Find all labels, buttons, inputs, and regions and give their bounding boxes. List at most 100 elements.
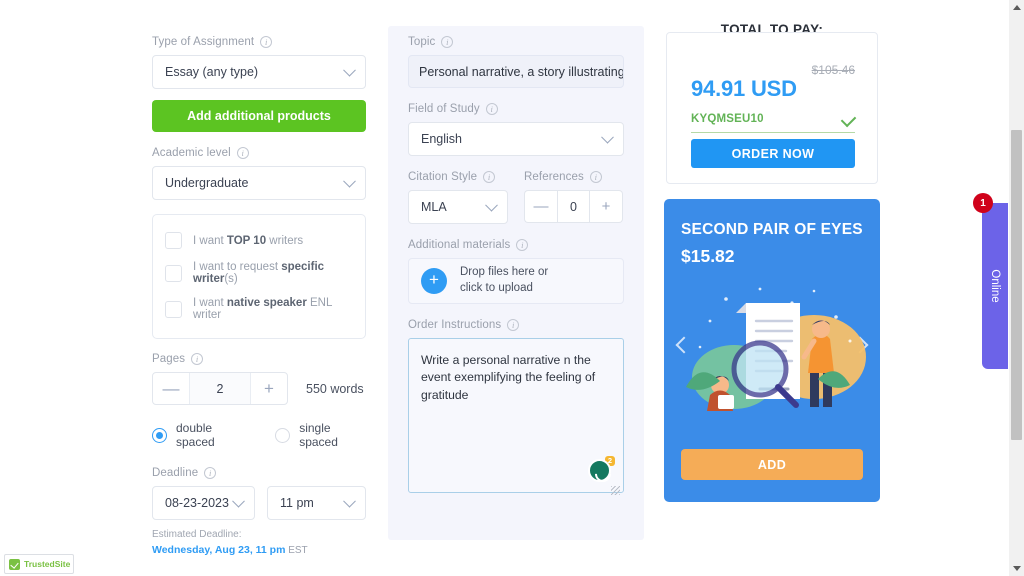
option-label: I want native speaker ENL writer	[193, 297, 332, 321]
textarea-resize-handle[interactable]	[611, 486, 620, 495]
order-now-button[interactable]: ORDER NOW	[691, 139, 855, 168]
field-of-study-value: English	[421, 132, 462, 146]
order-instructions-wrapper: 2	[408, 338, 624, 498]
info-icon[interactable]: i	[441, 36, 454, 48]
original-price: $105.46	[811, 63, 855, 77]
file-upload-dropzone[interactable]: + Drop files here or click to upload	[408, 258, 624, 304]
pages-decrement-button[interactable]: —	[153, 373, 189, 404]
checkbox[interactable]	[165, 300, 182, 318]
offer-illustration	[686, 287, 866, 411]
promo-code-row: KYQMSEU10	[691, 111, 857, 133]
check-icon	[840, 111, 857, 127]
academic-level-label-text: Academic level	[152, 147, 231, 159]
spacing-radio-group: double spaced single spaced	[152, 421, 366, 449]
references-increment-button[interactable]: +	[590, 190, 623, 223]
citation-style-label-text: Citation Style	[408, 171, 478, 183]
academic-level-value: Undergraduate	[165, 176, 249, 190]
citation-style-select[interactable]: MLA	[408, 190, 508, 224]
grammarly-icon[interactable]	[588, 459, 611, 482]
citation-style-label: Citation Style i	[408, 171, 508, 183]
info-icon[interactable]: i	[485, 103, 498, 115]
scrollbar-thumb[interactable]	[1011, 130, 1022, 440]
pages-increment-button[interactable]: +	[251, 373, 287, 404]
word-count: 550 words	[306, 381, 364, 396]
plus-icon[interactable]: +	[421, 268, 447, 294]
estimated-deadline-timezone: EST	[288, 544, 308, 556]
topic-label-text: Topic	[408, 36, 436, 48]
shield-check-icon	[9, 558, 20, 570]
trustedsite-label: TrustedSite	[24, 559, 71, 569]
deadline-label-text: Deadline	[152, 467, 199, 479]
info-icon[interactable]: i	[483, 171, 496, 183]
order-instructions-label-text: Order Instructions	[408, 319, 502, 331]
references-label-text: References	[524, 171, 584, 183]
discounted-price: 94.91 USD	[691, 76, 797, 101]
deadline-row: 08-23-2023 11 pm	[152, 486, 366, 520]
upload-instructions: Drop files here or click to upload	[460, 265, 548, 296]
radio-indicator[interactable]	[275, 427, 291, 443]
radio-double-spaced[interactable]: double spaced	[152, 421, 247, 449]
references-value[interactable]: 0	[557, 190, 590, 223]
option-top10-writers[interactable]: I want TOP 10 writers	[165, 226, 353, 255]
assignment-type-label-text: Type of Assignment	[152, 36, 255, 48]
citation-style-value: MLA	[421, 200, 447, 214]
estimated-deadline-value: Wednesday, Aug 23, 11 pm	[152, 543, 286, 556]
option-native-speaker[interactable]: I want native speaker ENL writer	[165, 291, 353, 327]
info-icon[interactable]: i	[507, 319, 520, 331]
estimated-deadline: Estimated Deadline: Wednesday, Aug 23, 1…	[152, 528, 366, 558]
topic-label: Topic i	[408, 36, 624, 48]
add-offer-button[interactable]: ADD	[681, 449, 863, 480]
info-icon[interactable]: i	[191, 353, 204, 365]
pages-stepper: — 2 + 550 words	[152, 372, 366, 405]
references-decrement-button[interactable]: —	[524, 190, 557, 223]
chevron-down-icon	[343, 174, 356, 188]
info-icon[interactable]: i	[589, 171, 602, 183]
trustedsite-badge[interactable]: TrustedSite	[4, 554, 74, 574]
field-of-study-label: Field of Study i	[408, 103, 624, 115]
topic-input[interactable]: Personal narrative, a story illustrating…	[408, 55, 624, 88]
offer-price: $15.82	[681, 246, 735, 266]
field-of-study-select[interactable]: English	[408, 122, 624, 156]
references-stepper: — 0 +	[524, 190, 624, 223]
upload-line-1: Drop files here or	[460, 266, 549, 279]
references-label: References i	[524, 171, 624, 183]
chevron-down-icon	[343, 63, 356, 77]
deadline-date-select[interactable]: 08-23-2023	[152, 486, 255, 520]
academic-level-select[interactable]: Undergraduate	[152, 166, 366, 200]
radio-single-spaced[interactable]: single spaced	[275, 421, 366, 449]
deadline-label: Deadline i	[152, 467, 366, 479]
radio-indicator[interactable]	[152, 427, 167, 443]
info-icon[interactable]: i	[236, 147, 249, 159]
deadline-time-select[interactable]: 11 pm	[267, 486, 366, 520]
chat-tab-label: Online	[989, 269, 1001, 303]
pages-value[interactable]: 2	[189, 373, 251, 404]
option-specific-writer[interactable]: I want to request specific writer(s)	[165, 255, 353, 291]
checkbox[interactable]	[165, 232, 182, 249]
pages-label: Pages i	[152, 353, 366, 365]
offer-card: SECOND PAIR OF EYES $15.82 ADD	[664, 199, 880, 502]
radio-label: double spaced	[176, 421, 215, 449]
assignment-type-select[interactable]: Essay (any type)	[152, 55, 366, 89]
estimated-deadline-label: Estimated Deadline:	[152, 529, 242, 540]
checkbox[interactable]	[165, 264, 182, 282]
pages-stepper-box: — 2 +	[152, 372, 288, 405]
scroll-down-icon[interactable]	[1013, 566, 1021, 571]
option-label: I want to request specific writer(s)	[193, 261, 325, 285]
info-icon[interactable]: i	[516, 239, 529, 251]
left-column: Type of Assignment i Essay (any type) Ad…	[152, 36, 366, 558]
option-label: I want TOP 10 writers	[193, 234, 304, 247]
writer-options-box: I want TOP 10 writers I want to request …	[152, 214, 366, 339]
pages-label-text: Pages	[152, 353, 186, 365]
additional-materials-label: Additional materials i	[408, 239, 624, 251]
browser-scrollbar[interactable]	[1009, 0, 1024, 576]
topic-value: Personal narrative, a story illustrating…	[419, 64, 624, 79]
info-icon[interactable]: i	[204, 467, 217, 479]
add-additional-products-button[interactable]: Add additional products	[152, 100, 366, 132]
chevron-down-icon	[343, 494, 356, 508]
online-chat-tab[interactable]: 1 Online	[973, 193, 1008, 369]
citation-references-row: Citation Style i MLA References i — 0 +	[408, 171, 624, 224]
info-icon[interactable]: i	[260, 36, 273, 48]
field-of-study-label-text: Field of Study	[408, 103, 480, 115]
scroll-up-icon[interactable]	[1013, 5, 1021, 10]
